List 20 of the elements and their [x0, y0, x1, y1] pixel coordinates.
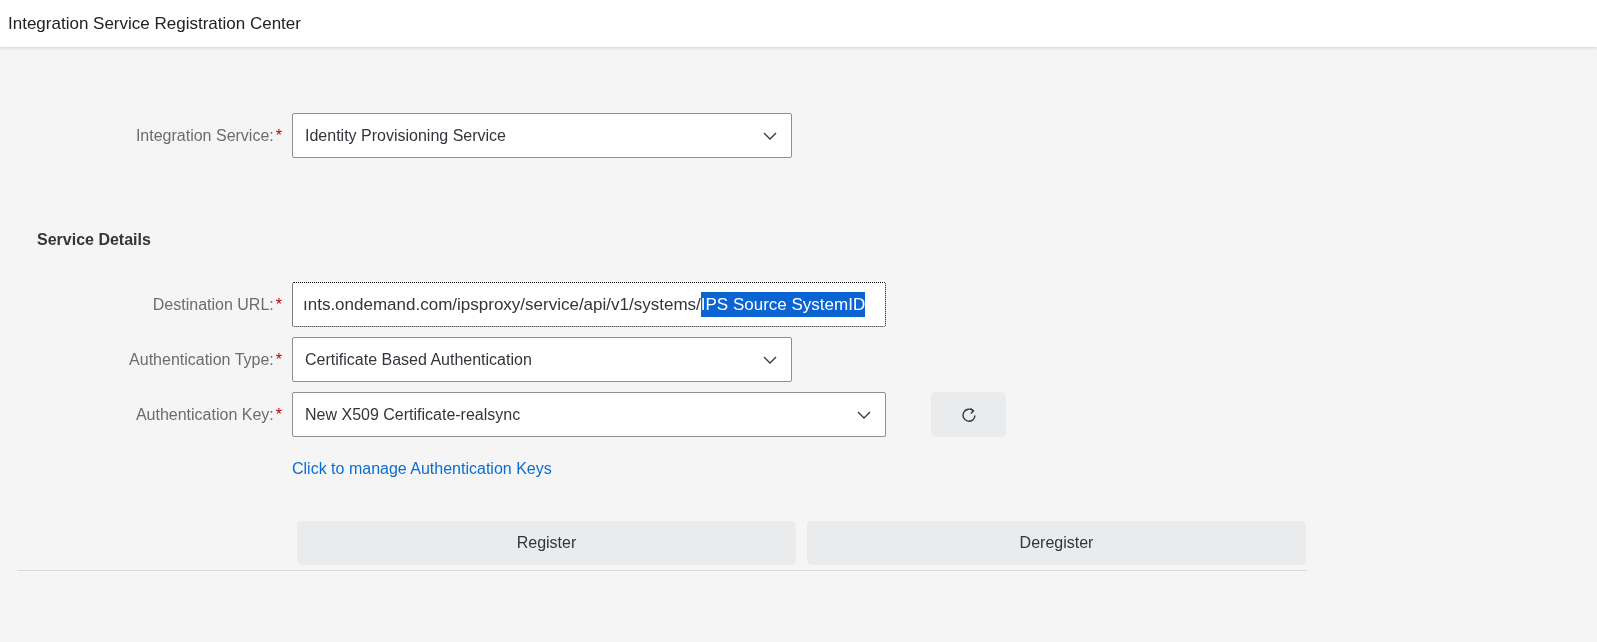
action-button[interactable]: Register [297, 521, 796, 565]
required-asterisk: * [275, 349, 282, 370]
refresh-button[interactable] [931, 392, 1006, 437]
dropdown-field[interactable]: Identity Provisioning Service [292, 113, 792, 158]
section-title: Service Details [37, 231, 151, 248]
required-asterisk: * [275, 294, 282, 315]
required-asterisk: * [275, 125, 282, 146]
field-label: Authentication Key: [135, 404, 274, 425]
dropdown-field[interactable]: New X509 Certificate-realsync [292, 392, 886, 437]
chevron-down-icon [763, 355, 777, 364]
manage-keys-link[interactable]: Click to manage Authentication Keys [292, 460, 552, 477]
field-label: Integration Service: [135, 125, 274, 146]
field-label: Authentication Type: [129, 349, 274, 370]
chevron-down-icon [857, 410, 871, 419]
required-asterisk: * [275, 404, 282, 425]
action-button[interactable]: Deregister [807, 521, 1306, 565]
page-title: Integration Service Registration Center [8, 12, 301, 35]
dropdown-field[interactable]: Certificate Based Authentication [292, 337, 792, 382]
chevron-down-icon [763, 131, 777, 140]
field-label: Destination URL: [152, 294, 274, 315]
